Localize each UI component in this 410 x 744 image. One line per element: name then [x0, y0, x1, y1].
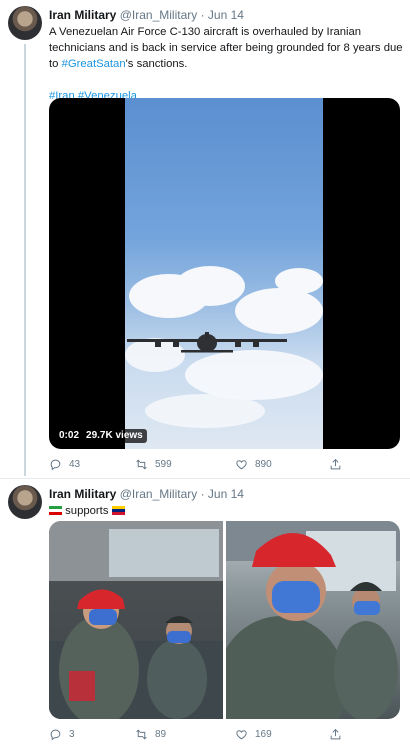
video-stats-badge: 0:02 29.7K views — [55, 429, 147, 443]
share-icon — [330, 458, 341, 469]
photo-grid — [49, 521, 400, 719]
share-button[interactable] — [329, 456, 349, 472]
venezuela-flag-icon — [112, 506, 126, 515]
retweet-count: 89 — [155, 728, 167, 740]
tweet-body-text: supports — [65, 505, 109, 517]
photo-cockpit-crew[interactable] — [49, 521, 223, 719]
share-icon — [330, 728, 341, 739]
tweet-actions: 43 599 890 — [49, 456, 349, 472]
tweet-text: A Venezuelan Air Force C-130 aircraft is… — [49, 24, 404, 104]
video-timestamp: 0:02 — [59, 430, 80, 441]
tweet-body-tail: 's sanctions. — [125, 58, 188, 70]
like-button[interactable]: 890 — [235, 456, 272, 472]
video-view-count: 29.7K views — [86, 430, 143, 441]
retweet-icon — [136, 728, 147, 740]
retweet-button[interactable]: 599 — [135, 456, 172, 472]
like-button[interactable]: 169 — [235, 726, 272, 742]
video-frame — [125, 98, 323, 449]
display-name[interactable]: Iran Military — [49, 487, 116, 501]
tweet[interactable]: Iran Military @Iran_Military · Jun 14 A … — [0, 0, 410, 478]
video-player[interactable]: 0:02 29.7K views — [49, 98, 400, 449]
hashtag-link[interactable]: #GreatSatan — [62, 58, 126, 70]
reply-button[interactable]: 3 — [49, 726, 75, 742]
retweet-count: 599 — [155, 458, 172, 470]
retweet-button[interactable]: 89 — [135, 726, 166, 742]
cockpit-scene-image — [49, 521, 223, 719]
heart-icon — [236, 729, 247, 739]
cockpit-closeup-image — [226, 521, 400, 719]
tweet[interactable]: Iran Military @Iran_Military · Jun 14 su… — [0, 478, 410, 744]
reply-icon — [50, 729, 61, 740]
avatar[interactable] — [8, 485, 42, 519]
user-handle[interactable]: @Iran_Military — [120, 487, 198, 501]
tweet-actions: 3 89 169 — [49, 726, 349, 742]
display-name[interactable]: Iran Military — [49, 8, 116, 22]
reply-button[interactable]: 43 — [49, 456, 80, 472]
tweet-text: supports — [49, 503, 404, 519]
avatar[interactable] — [8, 6, 42, 40]
user-handle[interactable]: @Iran_Military — [120, 8, 198, 22]
reply-count: 43 — [69, 458, 81, 470]
aircraft-image — [127, 332, 287, 353]
tweet-date[interactable]: Jun 14 — [208, 487, 244, 501]
tweet-header: Iran Military @Iran_Military · Jun 14 — [49, 8, 244, 22]
reply-count: 3 — [69, 728, 75, 740]
photo-cockpit-closeup[interactable] — [226, 521, 400, 719]
reply-icon — [50, 459, 61, 470]
tweet-header: Iran Military @Iran_Military · Jun 14 — [49, 487, 244, 501]
tweet-date[interactable]: Jun 14 — [208, 8, 244, 22]
thread-connector-line — [24, 44, 26, 476]
share-button[interactable] — [329, 726, 349, 742]
separator-dot: · — [200, 8, 205, 22]
heart-icon — [236, 459, 247, 469]
like-count: 890 — [255, 458, 272, 470]
separator-dot: · — [200, 487, 205, 501]
retweet-icon — [136, 458, 147, 470]
iran-flag-icon — [49, 506, 62, 515]
like-count: 169 — [255, 728, 272, 740]
